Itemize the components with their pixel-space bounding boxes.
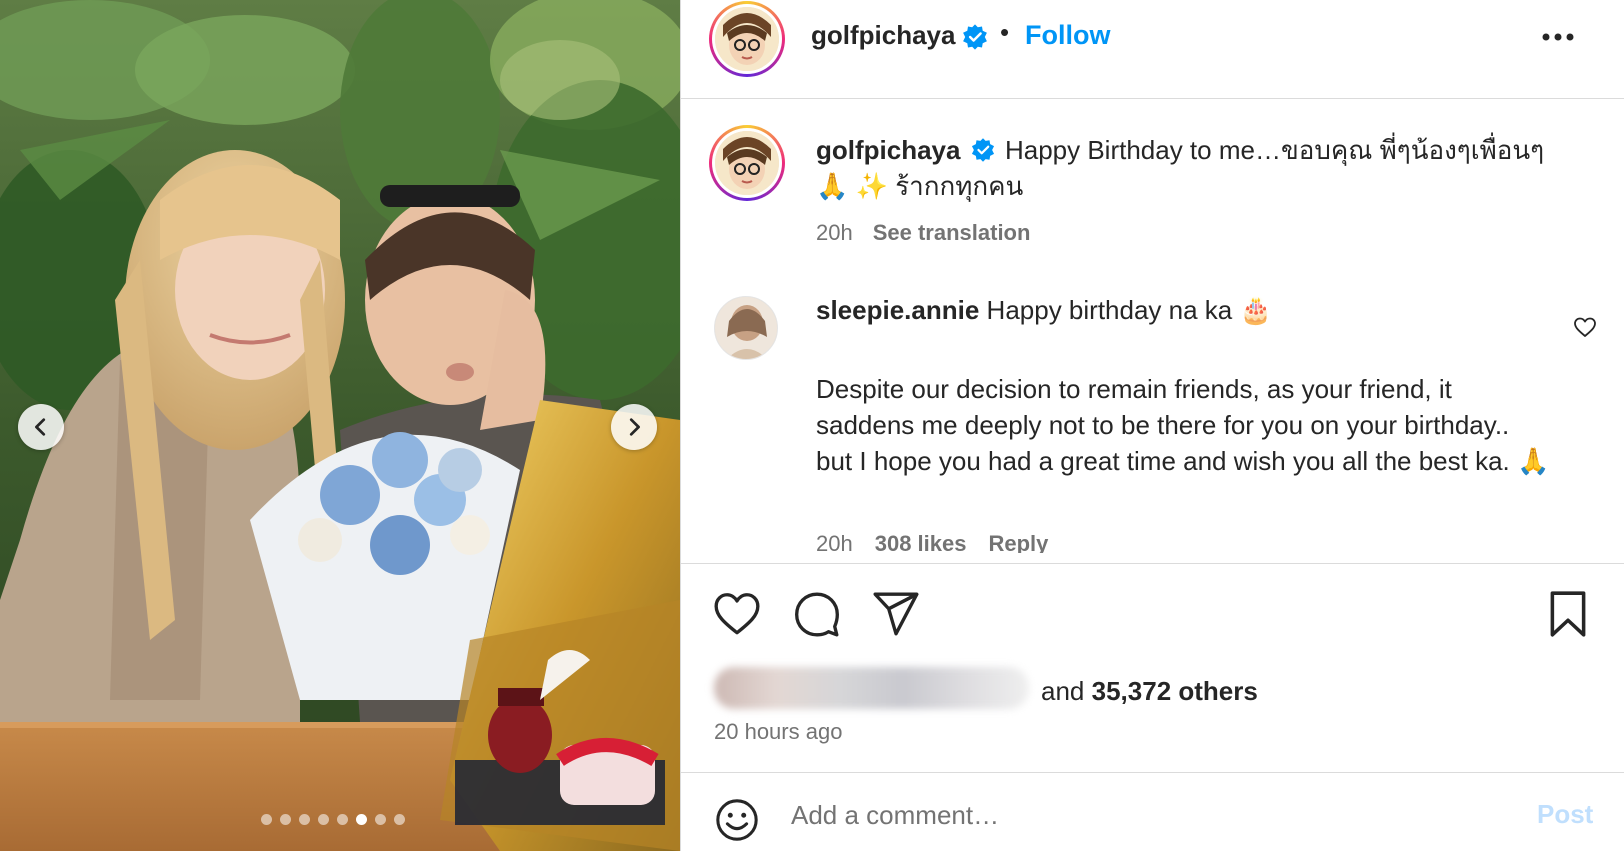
comment-likes[interactable]: 308 likes [875,531,967,553]
heart-icon[interactable] [712,589,762,639]
carousel-dot [299,814,310,825]
carousel-dot [280,814,291,825]
post-timestamp[interactable]: 20 hours ago [714,719,842,745]
post-comment-button[interactable]: Post [1537,799,1593,830]
smiley-icon[interactable] [714,797,760,843]
comment-input[interactable] [791,793,1491,837]
avatar-illustration [715,7,779,71]
carousel-next-button[interactable] [611,404,657,450]
post-photo [0,0,680,851]
caption-time: 20h [816,220,853,245]
comment-body: Despite our decision to remain friends, … [816,374,1550,476]
commenter-username[interactable]: sleepie.annie [816,295,979,325]
caption-text: golfpichaya Happy Birthday to me…ขอบคุณ … [816,132,1596,204]
chevron-right-icon [629,418,640,436]
chevron-left-icon [35,418,46,436]
comment-bubble-icon[interactable] [792,589,842,639]
avatar-illustration [715,131,779,195]
verified-badge-icon [971,138,994,162]
carousel-dot [337,814,348,825]
carousel-dot [375,814,386,825]
post-media[interactable] [0,0,680,851]
liked-by-blurred-user[interactable] [714,667,1029,709]
commenter-avatar[interactable] [714,296,778,360]
comment-meta: 20h 308 likes Reply [816,531,1070,553]
verified-badge-icon [963,24,987,50]
post-details-panel: golfpichaya • Follow golfpichaya Happy B… [680,0,1624,851]
caption-line-1: Happy Birthday to me…ขอบคุณ พี่ๆน้องๆเพื… [1004,135,1545,165]
actions-divider [681,563,1624,564]
comment-headline: sleepie.annie Happy birthday na ka 🎂 [816,292,1556,328]
likes-summary[interactable]: and 35,372 others [1041,676,1258,707]
likes-count[interactable]: 35,372 others [1092,676,1258,706]
likes-prefix: and [1041,676,1085,706]
comment-composer: Post [681,772,1624,851]
carousel-dot [394,814,405,825]
follow-button[interactable]: Follow [1025,20,1110,51]
caption-meta: 20h See translation [816,220,1030,246]
comment-headline-text: Happy birthday na ka 🎂 [986,295,1272,325]
carousel-dot [261,814,272,825]
header-separator: • [1000,17,1010,47]
comment-time: 20h [816,531,853,553]
avatar-photo [715,297,777,359]
comment-reply-button[interactable]: Reply [988,531,1048,553]
caption-username[interactable]: golfpichaya [816,135,960,165]
carousel-dot [318,814,329,825]
carousel-prev-button[interactable] [18,404,64,450]
author-username[interactable]: golfpichaya [811,20,955,51]
post-header: golfpichaya • Follow [681,0,1624,99]
carousel-dots [0,814,680,825]
author-avatar[interactable] [709,1,785,77]
caption-line-2: 🙏 ✨ ร้ากกทุกคน [816,171,1024,201]
carousel-dot [356,814,367,825]
more-horizontal-icon[interactable] [1536,22,1580,52]
see-translation-link[interactable]: See translation [873,220,1031,245]
paper-plane-icon[interactable] [871,589,921,639]
caption-author-avatar[interactable] [709,125,785,201]
bookmark-icon[interactable] [1543,589,1593,639]
comment-heart-icon[interactable] [1573,315,1597,339]
